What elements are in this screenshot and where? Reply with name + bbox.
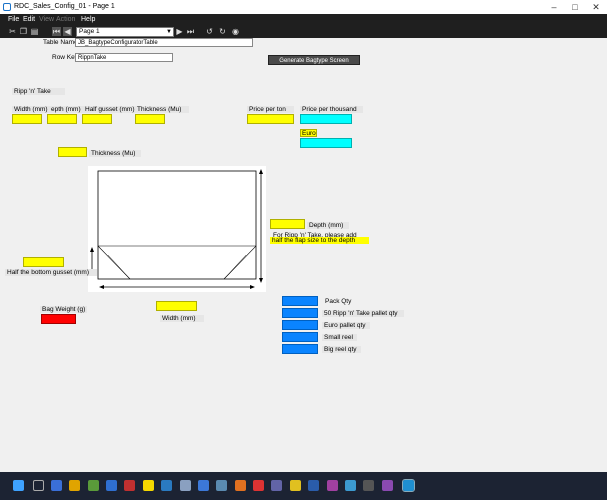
pallet50-label: 50 Ripp 'n' Take pallet qty [322, 310, 404, 317]
width-input[interactable] [12, 114, 42, 124]
flap-note-line2: half the flap size to the depth [270, 237, 370, 244]
menu-help[interactable]: Help [81, 16, 95, 23]
app-icon-blue[interactable] [106, 480, 117, 491]
stop-icon[interactable]: ◉ [231, 27, 240, 36]
rdc-app-taskbar-icon[interactable] [402, 479, 415, 492]
title-bar: RDC_Sales_Config_01 - Page 1 – □ ✕ [0, 0, 607, 14]
edge-icon[interactable] [51, 480, 62, 491]
file-explorer-icon[interactable] [69, 480, 80, 491]
thickness-input[interactable] [135, 114, 165, 124]
app-icon-blue2[interactable] [161, 480, 172, 491]
bag-weight-output [41, 314, 76, 324]
generate-bagtype-button[interactable]: Generate Bagtype Screen [268, 55, 360, 65]
depth-label: epth (mm) [49, 106, 83, 113]
row-key-input[interactable]: RippnTake [75, 53, 173, 62]
chevron-down-icon: ▼ [166, 29, 172, 35]
paste-icon[interactable]: ▤ [30, 27, 39, 36]
price-per-ton-label: Price per ton [247, 106, 294, 113]
pallet50-output [282, 308, 318, 318]
outlook-icon[interactable] [308, 480, 319, 491]
app-icon-grey[interactable] [180, 480, 191, 491]
euro-pallet-output [282, 320, 318, 330]
bag-diagram [88, 166, 266, 292]
first-page-icon[interactable]: ⏮ [52, 27, 61, 36]
depth-input[interactable] [47, 114, 77, 124]
big-reel-output [282, 344, 318, 354]
menu-bar: File Edit View Action Help [0, 14, 607, 25]
app-icon-green[interactable] [88, 480, 99, 491]
next-page-icon[interactable]: ▶ [175, 27, 184, 36]
app-icon-blue3[interactable] [198, 480, 209, 491]
currency-badge: Euro [300, 129, 317, 137]
back-icon[interactable]: ↺ [205, 27, 214, 36]
copy-icon[interactable]: ❐ [19, 27, 28, 36]
depth2-label: Depth (mm) [307, 222, 350, 229]
small-reel-label: Small reel [322, 334, 357, 341]
app-icon-red2[interactable] [253, 480, 264, 491]
toolbar: ✂ ❐ ▤ ⏮ ◀ Page 1 ▼ ▶ ⏭ ↺ ↻ ◉ [0, 25, 607, 38]
app-icon-dark[interactable] [363, 480, 374, 491]
window-title: RDC_Sales_Config_01 - Page 1 [14, 3, 115, 10]
big-reel-label: Big reel qty [322, 346, 361, 353]
table-name-label: Table Name [43, 39, 78, 46]
price-per-ton-input[interactable] [247, 114, 294, 124]
forward-icon[interactable]: ↻ [218, 27, 227, 36]
width2-input[interactable] [156, 301, 197, 311]
price-per-thousand-label: Price per thousand [300, 106, 363, 113]
thickness2-input[interactable] [58, 147, 87, 157]
close-icon[interactable]: ✕ [586, 1, 606, 13]
price-euro-input[interactable] [300, 138, 352, 148]
width2-label: Width (mm) [160, 315, 204, 322]
app-icon-violet[interactable] [382, 480, 393, 491]
half-gusset-label: Half gusset (mm) [83, 106, 137, 113]
taskbar [0, 472, 607, 500]
sticky-notes-icon[interactable] [143, 480, 154, 491]
last-page-icon[interactable]: ⏭ [186, 27, 195, 36]
bag-weight-label: Bag Weight (g) [40, 306, 88, 313]
start-icon[interactable] [13, 480, 24, 491]
small-reel-output [282, 332, 318, 342]
half-bottom-gusset-label: Half the bottom gusset (mm) [5, 269, 97, 276]
price-per-thousand-input[interactable] [300, 114, 352, 124]
bag-diagram-svg [90, 169, 263, 289]
app-icon-steel[interactable] [216, 480, 227, 491]
half-bottom-gusset-input[interactable] [23, 257, 64, 267]
page-selector[interactable]: Page 1 ▼ [76, 27, 174, 37]
app-icon-purple[interactable] [327, 480, 338, 491]
app-icon-red[interactable] [124, 480, 135, 491]
half-gusset-input[interactable] [82, 114, 112, 124]
app-icon-lightblue[interactable] [345, 480, 356, 491]
cut-icon[interactable]: ✂ [8, 27, 17, 36]
search-icon[interactable] [33, 480, 44, 491]
menu-view[interactable]: View [39, 16, 54, 23]
width-label: Width (mm) [12, 106, 50, 113]
app-icon-yellow[interactable] [290, 480, 301, 491]
table-name-input[interactable]: JB_BagtypeConfiguratorTable [75, 38, 253, 47]
euro-pallet-label: Euro pallet qty [322, 322, 370, 329]
menu-edit[interactable]: Edit [23, 16, 35, 23]
maximize-icon[interactable]: □ [565, 1, 585, 13]
page-selector-value: Page 1 [79, 28, 100, 35]
menu-action[interactable]: Action [56, 16, 75, 23]
teams-icon[interactable] [271, 480, 282, 491]
menu-file[interactable]: File [8, 16, 19, 23]
prev-page-icon[interactable]: ◀ [63, 27, 72, 36]
app-icon [3, 3, 11, 11]
pack-qty-label: Pack Qty [325, 298, 352, 305]
firefox-icon[interactable] [235, 480, 246, 491]
form-heading: Ripp 'n' Take [12, 88, 65, 95]
minimize-icon[interactable]: – [544, 1, 564, 13]
thickness2-label: Thickness (Mu) [89, 150, 142, 157]
depth2-input[interactable] [270, 219, 305, 229]
thickness-label: Thickness (Mu) [135, 106, 190, 113]
pack-qty-output [282, 296, 318, 306]
